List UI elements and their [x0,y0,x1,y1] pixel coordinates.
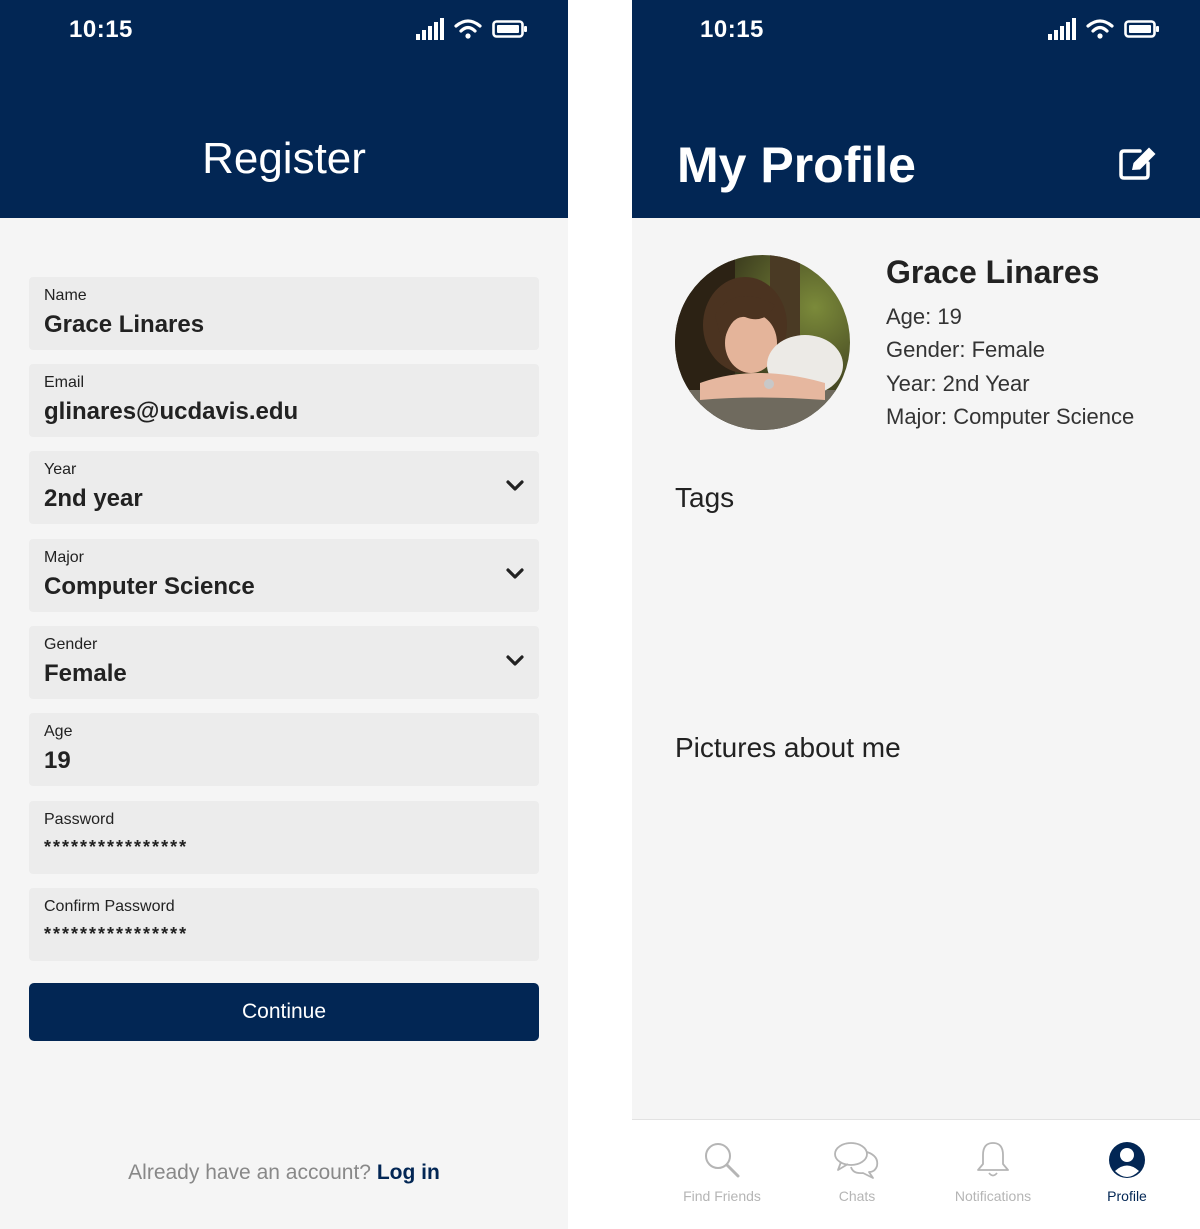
register-screen: 10:15 Register Name Grace Linares Email … [0,0,568,1229]
gender-value: Female [44,660,127,687]
profile-gender: Gender: Female [886,337,1045,362]
profile-name: Grace Linares [886,254,1100,290]
register-header: 10:15 Register [0,0,568,218]
continue-button[interactable]: Continue [29,983,539,1041]
age-field[interactable]: Age 19 [29,713,539,786]
search-icon [705,1143,740,1178]
gender-label: Gender [44,636,98,653]
status-icons [1048,18,1160,40]
chevron-down-icon [506,655,524,666]
age-label: Age [44,723,73,740]
avatar [675,255,850,430]
signal-icon [416,18,444,40]
profile-header: 10:15 My Profile [632,0,1200,218]
tab-find-friends[interactable]: Find Friends [651,1120,793,1229]
status-time: 10:15 [69,16,133,43]
login-prompt-line: Already have an account? Log in [0,1161,568,1185]
tab-bar: Find Friends Chats Notifications Profile [632,1119,1200,1229]
name-value: Grace Linares [44,311,205,338]
chevron-down-icon [506,480,524,491]
profile-year: Year: 2nd Year [886,371,1030,396]
status-bar: 10:15 [632,0,1200,64]
tab-notifications[interactable]: Notifications [922,1120,1064,1229]
year-select[interactable]: Year 2nd year [29,451,539,524]
profile-icon [1109,1142,1145,1178]
age-value: 19 [44,747,71,774]
edit-icon[interactable] [1118,145,1158,181]
profile-age: Age: 19 [886,304,962,329]
wifi-icon [454,19,482,39]
signal-icon [1048,18,1076,40]
name-field[interactable]: Name Grace Linares [29,277,539,350]
year-label: Year [44,461,77,478]
tab-chats[interactable]: Chats [786,1120,928,1229]
profile-major: Major: Computer Science [886,404,1135,429]
pictures-heading: Pictures about me [675,732,901,763]
chat-icon [834,1142,879,1179]
battery-icon [492,20,527,38]
password-value: **************** [44,837,189,857]
major-select[interactable]: Major Computer Science [29,539,539,612]
status-time: 10:15 [700,16,764,43]
tab-label: Find Friends [683,1188,761,1204]
gender-select[interactable]: Gender Female [29,626,539,699]
email-label: Email [44,374,85,391]
tags-heading: Tags [675,482,735,513]
page-title: My Profile [677,137,916,193]
password-label: Password [44,811,115,828]
profile-photo [675,255,850,430]
year-value: 2nd year [44,485,143,512]
email-field[interactable]: Email glinares@ucdavis.edu [29,364,539,437]
confirm-password-value: **************** [44,924,189,944]
chevron-down-icon [506,568,524,579]
major-label: Major [44,549,85,566]
bell-icon [977,1142,1009,1177]
confirm-password-label: Confirm Password [44,898,175,915]
email-value: glinares@ucdavis.edu [44,398,299,425]
wifi-icon [1086,19,1114,39]
major-value: Computer Science [44,573,255,600]
tab-label: Profile [1107,1188,1147,1204]
confirm-password-field[interactable]: Confirm Password **************** [29,888,539,961]
status-icons [416,18,528,40]
battery-icon [1124,20,1159,38]
password-field[interactable]: Password **************** [29,801,539,874]
tab-label: Notifications [954,1188,1032,1204]
tab-profile[interactable]: Profile [1056,1120,1198,1229]
name-label: Name [44,287,87,304]
profile-screen: 10:15 My Profile Grace Linares Age: 19 G… [632,0,1200,1229]
tab-label: Chats [838,1188,876,1204]
status-bar: 10:15 [0,0,568,64]
login-link[interactable]: Log in [377,1161,440,1184]
login-prompt: Already have an account? [128,1161,371,1184]
page-title: Register [202,134,366,183]
